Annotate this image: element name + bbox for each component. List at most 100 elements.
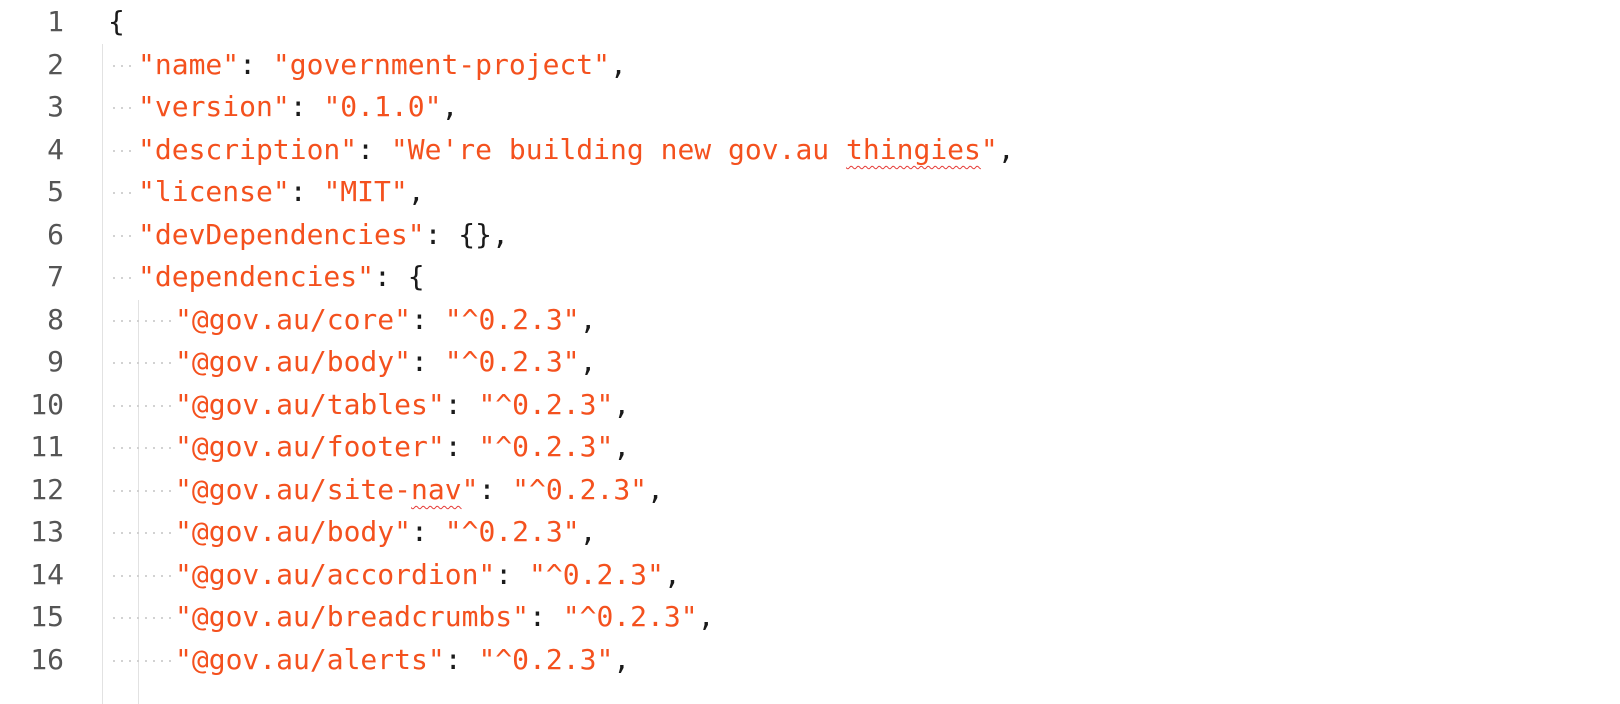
code-text[interactable]: "description": "We're building new gov.a…	[138, 133, 1015, 167]
line-number: 1	[47, 5, 64, 38]
code-line[interactable]: 16 "@gov.au/alerts": "^0.2.3",	[0, 638, 1620, 682]
json-value: "^0.2.3"	[512, 473, 648, 506]
json-value: "^0.2.3"	[562, 600, 698, 633]
code-line[interactable]: 3 "version": "0.1.0",	[0, 85, 1620, 129]
indent-whitespace	[110, 235, 136, 237]
code-line[interactable]: 12 "@gov.au/site-nav": "^0.2.3",	[0, 468, 1620, 512]
code-line[interactable]: 11 "@gov.au/footer": "^0.2.3",	[0, 425, 1620, 469]
colon: :	[289, 90, 307, 123]
indent-whitespace	[110, 447, 172, 449]
code-text[interactable]: "@gov.au/alerts": "^0.2.3",	[175, 643, 630, 677]
line-number: 7	[47, 260, 64, 293]
open-brace: {	[108, 5, 125, 38]
colon: :	[478, 473, 496, 506]
json-value: "government-project"	[272, 48, 611, 81]
json-key: "@gov.au/core"	[175, 303, 412, 336]
json-key: "@gov.au/site-	[175, 473, 412, 506]
indent-whitespace	[110, 192, 136, 194]
code-text[interactable]: "@gov.au/tables": "^0.2.3",	[175, 388, 630, 422]
json-key: "@gov.au/tables"	[175, 388, 445, 421]
comma: ,	[610, 48, 627, 81]
code-line[interactable]: 8 "@gov.au/core": "^0.2.3",	[0, 298, 1620, 342]
code-text[interactable]: "@gov.au/core": "^0.2.3",	[175, 303, 596, 337]
indent-whitespace	[110, 405, 172, 407]
code-text[interactable]: "@gov.au/breadcrumbs": "^0.2.3",	[175, 600, 714, 634]
indent-whitespace	[110, 65, 136, 67]
colon: :	[357, 133, 375, 166]
code-text[interactable]: "version": "0.1.0",	[138, 90, 458, 124]
json-key-end: "	[461, 473, 479, 506]
colon: :	[495, 558, 513, 591]
code-line[interactable]: 1 {	[0, 0, 1620, 44]
colon: :	[411, 303, 428, 336]
indent-whitespace	[110, 107, 136, 109]
line-number: 3	[47, 90, 64, 123]
code-line[interactable]: 9 "@gov.au/body": "^0.2.3",	[0, 340, 1620, 384]
line-number: 5	[47, 175, 64, 208]
code-text[interactable]: "name": "government-project",	[138, 48, 627, 82]
comma: ,	[613, 430, 631, 463]
code-text[interactable]: "@gov.au/footer": "^0.2.3",	[175, 430, 630, 464]
code-line[interactable]: 13 "@gov.au/body": "^0.2.3",	[0, 510, 1620, 554]
code-text[interactable]: {	[108, 5, 125, 39]
json-value-end: "	[980, 133, 998, 166]
line-number: 16	[30, 643, 64, 676]
json-value: "0.1.0"	[323, 90, 442, 123]
code-line[interactable]: 15 "@gov.au/breadcrumbs": "^0.2.3",	[0, 595, 1620, 639]
comma: ,	[697, 600, 715, 633]
line-number: 10	[30, 388, 64, 421]
comma: ,	[613, 643, 631, 676]
indent-whitespace	[110, 320, 172, 322]
json-key: "@gov.au/body"	[175, 345, 412, 378]
code-line[interactable]: 7 "dependencies": {	[0, 255, 1620, 299]
colon: :	[239, 48, 257, 81]
code-text[interactable]: "devDependencies": {},	[138, 218, 509, 252]
colon: :	[529, 600, 546, 633]
comma: ,	[997, 133, 1015, 166]
colon: :	[374, 260, 391, 293]
spellcheck-error[interactable]: nav	[411, 473, 462, 506]
json-key: "@gov.au/footer"	[175, 430, 445, 463]
colon: :	[444, 430, 462, 463]
line-number: 12	[30, 473, 64, 506]
line-number: 15	[30, 600, 64, 633]
empty-object: {}	[458, 218, 493, 251]
comma: ,	[492, 218, 509, 251]
code-line[interactable]: 4 "description": "We're building new gov…	[0, 128, 1620, 172]
comma: ,	[579, 345, 597, 378]
json-value: "^0.2.3"	[529, 558, 664, 591]
line-number: 4	[47, 133, 64, 166]
json-value: "We're building new gov.au	[390, 133, 847, 166]
colon: :	[289, 175, 307, 208]
code-text[interactable]: "@gov.au/accordion": "^0.2.3",	[175, 558, 681, 592]
json-value: "^0.2.3"	[444, 345, 580, 378]
json-key: "devDependencies"	[138, 218, 425, 251]
json-key: "name"	[138, 48, 240, 81]
code-line[interactable]: 2 "name": "government-project",	[0, 43, 1620, 87]
comma: ,	[441, 90, 459, 123]
json-key: "version"	[138, 90, 290, 123]
line-number: 2	[47, 48, 64, 81]
colon: :	[411, 515, 428, 548]
comma: ,	[579, 303, 597, 336]
code-text[interactable]: "@gov.au/site-nav": "^0.2.3",	[175, 473, 664, 507]
code-line[interactable]: 10 "@gov.au/tables": "^0.2.3",	[0, 383, 1620, 427]
code-text[interactable]: "dependencies": {	[138, 260, 425, 294]
comma: ,	[613, 388, 631, 421]
colon: :	[411, 345, 428, 378]
code-editor[interactable]: 1 { 2 "name": "government-project", 3 "v…	[0, 0, 1620, 704]
code-line[interactable]: 5 "license": "MIT",	[0, 170, 1620, 214]
json-key: "@gov.au/breadcrumbs"	[175, 600, 530, 633]
code-line[interactable]: 6 "devDependencies": {},	[0, 213, 1620, 257]
code-text[interactable]: "@gov.au/body": "^0.2.3",	[175, 515, 596, 549]
code-text[interactable]: "@gov.au/body": "^0.2.3",	[175, 345, 596, 379]
json-value: "MIT"	[323, 175, 408, 208]
code-line[interactable]: 14 "@gov.au/accordion": "^0.2.3",	[0, 553, 1620, 597]
code-text[interactable]: "license": "MIT",	[138, 175, 425, 209]
line-number: 13	[30, 515, 64, 548]
indent-whitespace	[110, 660, 172, 662]
line-number: 14	[30, 558, 64, 591]
line-number: 8	[47, 303, 64, 336]
indent-whitespace	[110, 277, 136, 279]
spellcheck-error[interactable]: thingies	[846, 133, 981, 166]
